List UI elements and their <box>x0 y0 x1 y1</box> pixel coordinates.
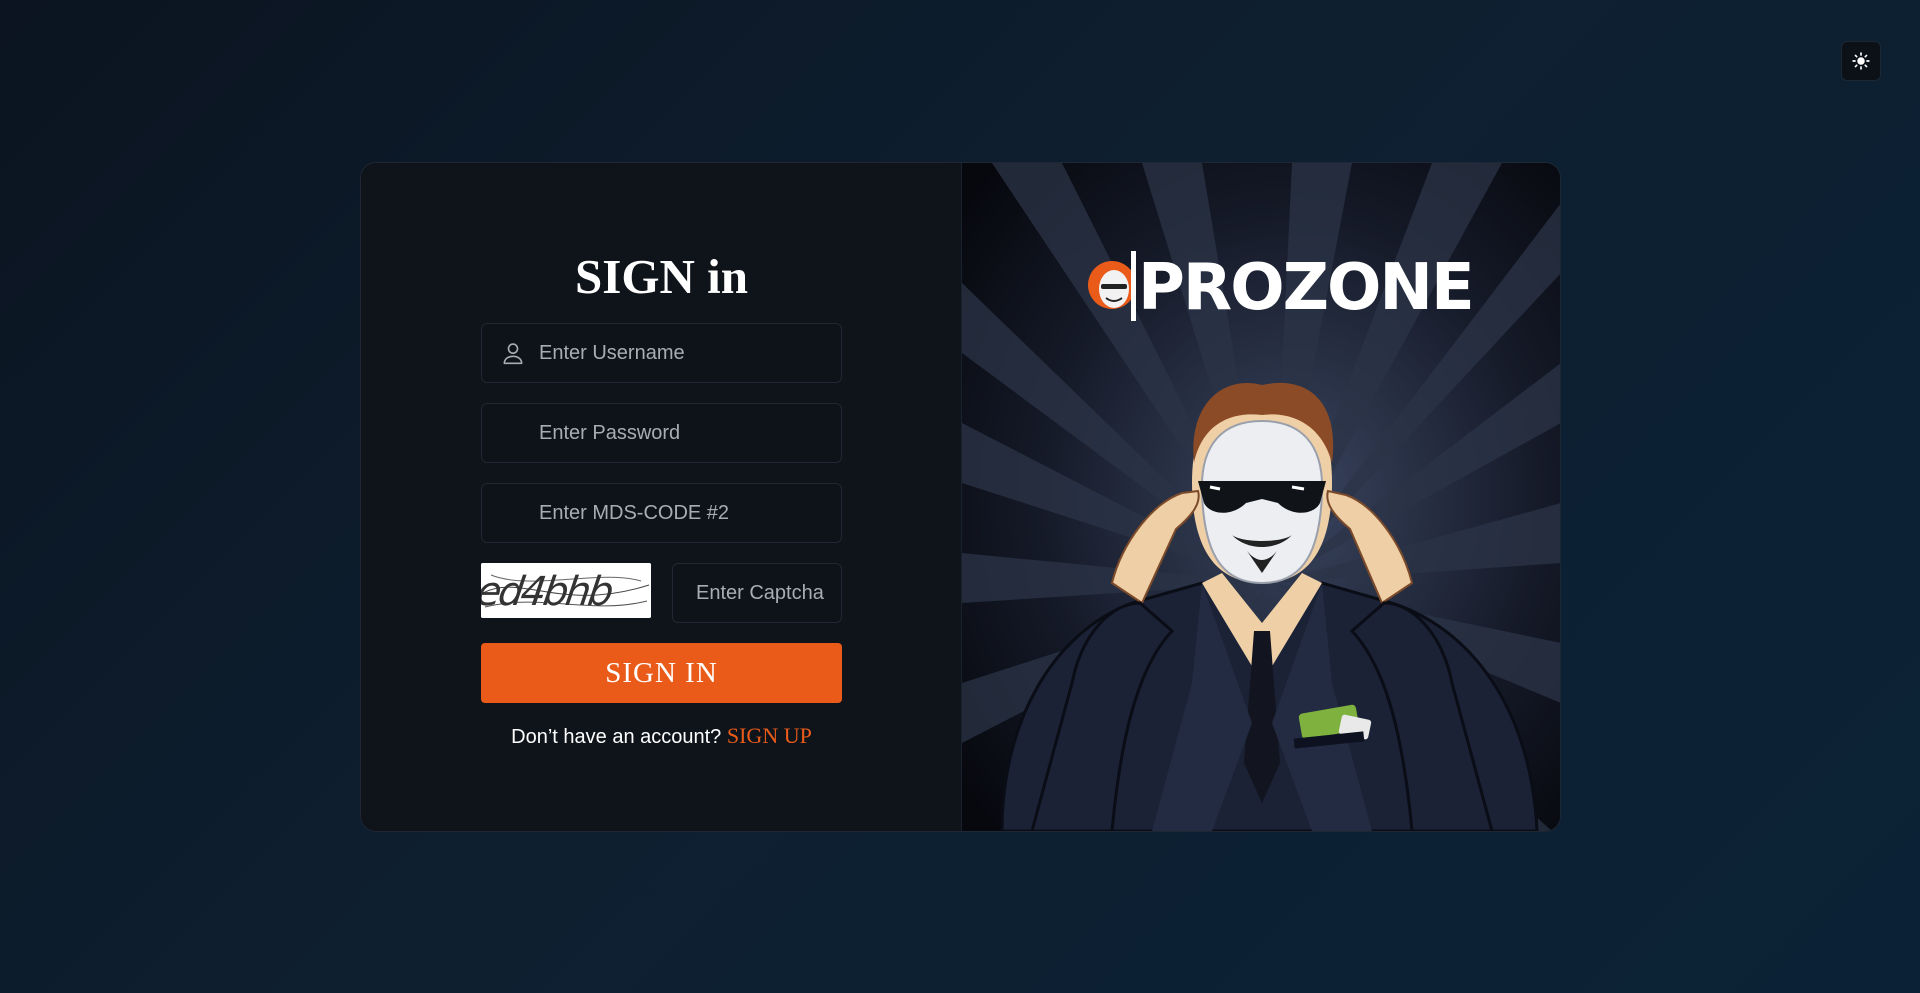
password-field[interactable] <box>481 403 842 463</box>
signin-button[interactable]: SIGN IN <box>481 643 842 703</box>
captcha-image: ed4bhb <box>481 563 651 618</box>
logo-text: PROZONE <box>1138 251 1473 325</box>
signin-form: SIGN in Enter Username Enter MDS-CODE #2… <box>481 245 842 749</box>
username-field[interactable] <box>481 323 842 383</box>
captcha-row: ed4bhb <box>481 563 842 623</box>
signin-form-panel: SIGN in Enter Username Enter MDS-CODE #2… <box>361 163 962 831</box>
username-input[interactable] <box>537 340 831 366</box>
page-title: SIGN in <box>575 249 748 304</box>
login-card: SIGN in Enter Username Enter MDS-CODE #2… <box>360 162 1561 832</box>
captcha-field[interactable] <box>672 563 842 623</box>
promo-artwork-panel: PROZONE <box>961 163 1560 831</box>
captcha-text: ed4bhb <box>481 569 615 615</box>
user-icon <box>503 343 523 365</box>
theme-toggle-button[interactable] <box>1841 41 1881 81</box>
prozone-logo: PROZONE <box>1087 251 1474 325</box>
mds-code-input[interactable] <box>537 500 831 526</box>
signup-link[interactable]: SIGN UP <box>727 723 812 748</box>
signup-prompt-text: Don’t have an account? <box>511 726 722 748</box>
mds-code-field[interactable] <box>481 483 842 543</box>
signup-prompt-line: Don’t have an account? SIGN UP <box>481 723 842 749</box>
captcha-input[interactable] <box>694 580 838 606</box>
sun-icon <box>1852 52 1870 70</box>
password-input[interactable] <box>537 420 831 446</box>
